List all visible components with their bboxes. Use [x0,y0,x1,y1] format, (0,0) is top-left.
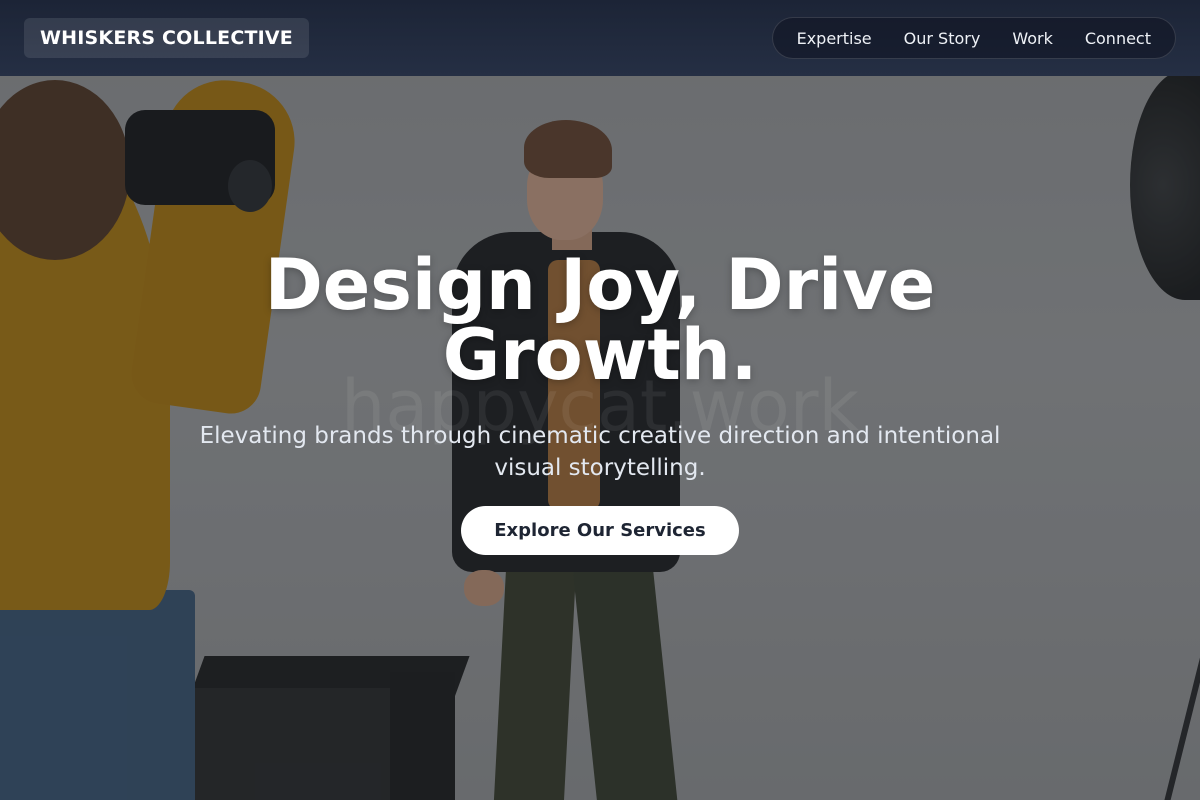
hero-subheadline: Elevating brands through cinematic creat… [199,423,1001,481]
hero-headline: Design Joy, Drive Growth. [264,244,936,396]
navbar: WHISKERS COLLECTIVE Expertise Our Story … [0,0,1200,76]
hero-content: Design Joy, Drive Growth. Elevating bran… [0,250,1200,555]
logo[interactable]: WHISKERS COLLECTIVE [24,18,309,58]
explore-services-button[interactable]: Explore Our Services [461,506,739,555]
nav-menu: Expertise Our Story Work Connect [771,17,1176,59]
nav-link-expertise[interactable]: Expertise [781,29,888,48]
nav-link-our-story[interactable]: Our Story [888,29,997,48]
nav-link-connect[interactable]: Connect [1069,29,1167,48]
nav-link-work[interactable]: Work [996,29,1069,48]
